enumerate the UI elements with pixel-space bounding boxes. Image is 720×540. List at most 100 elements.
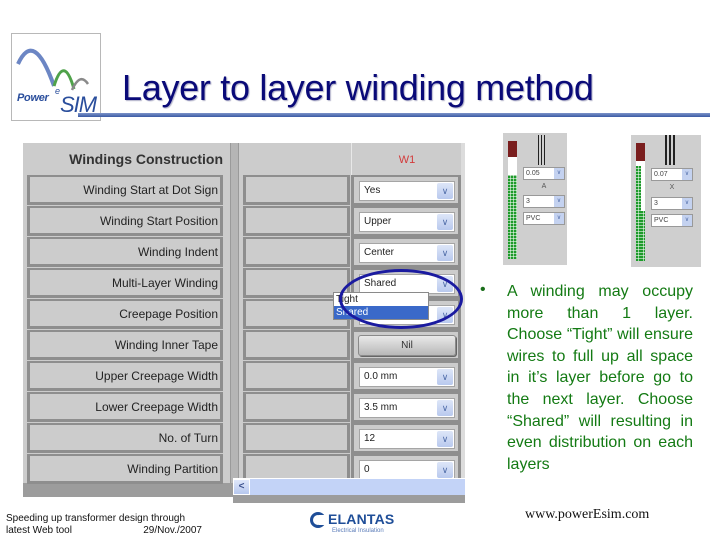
w1-cell: 3.5 mm ∨ <box>351 392 461 423</box>
row-label: No. of Turn <box>27 423 223 453</box>
windings-construction-panel: Windings Construction W1 Winding Start a… <box>23 143 465 503</box>
row-blank-cell <box>243 392 350 422</box>
row-label: Winding Start Position <box>27 206 223 236</box>
chevron-down-icon: ∨ <box>554 168 564 179</box>
count-value: 3 <box>526 198 530 205</box>
count-select: 3 ∨ <box>523 195 565 208</box>
footer-date: 29/Nov./2007 <box>143 525 202 536</box>
row-label: Winding Start at Dot Sign <box>27 175 223 205</box>
column-splitter[interactable] <box>230 143 239 497</box>
horizontal-scrollbar[interactable]: < <box>233 478 465 495</box>
wire-lines-icon <box>665 135 677 165</box>
wire-size-value: 0.07 <box>654 171 668 178</box>
w1-select[interactable]: Yes ∨ <box>359 181 455 201</box>
row-blank-cell <box>243 423 350 453</box>
row-label: Winding Partition <box>27 454 223 484</box>
scroll-left-icon[interactable]: < <box>233 479 250 495</box>
elantas-name: ELANTAS <box>328 511 395 527</box>
select-value: Upper <box>364 216 392 227</box>
wire-size-select: 0.05 ∨ <box>523 167 565 180</box>
mini-screen-tight: 0.07 ∨ X 3 ∨ PVC ∨ <box>631 135 701 267</box>
chevron-down-icon: ∨ <box>554 196 564 207</box>
w1-select[interactable]: 0 ∨ <box>359 460 455 480</box>
row-blank-cell <box>243 361 350 391</box>
w1-cell: Center ∨ <box>351 237 461 268</box>
count-select: 3 ∨ <box>651 197 693 210</box>
mini-screen-shared: 0.05 ∨ A 3 ∨ PVC ∨ <box>503 133 567 265</box>
select-value: 3.5 mm <box>364 402 398 413</box>
elantas-mark-icon <box>310 512 326 528</box>
separator-label: A <box>541 183 547 190</box>
w1-select[interactable]: Shared ∨ <box>359 274 455 294</box>
w1-select[interactable]: 3.5 mm ∨ <box>359 398 455 418</box>
w1-cell: 0.0 mm ∨ <box>351 361 461 392</box>
insulation-value: PVC <box>526 215 541 222</box>
empty-bar <box>508 157 517 175</box>
chevron-down-icon[interactable]: ∨ <box>437 369 453 385</box>
chevron-down-icon: ∨ <box>554 213 564 224</box>
dropdown-option-tight[interactable]: Tight <box>334 293 428 306</box>
w1-cell: Nil <box>351 330 461 361</box>
select-value: Shared <box>364 278 397 289</box>
chevron-down-icon[interactable]: ∨ <box>437 276 453 292</box>
poweresim-logo: Power e SIM <box>11 33 101 121</box>
row-blank-cell <box>243 175 350 205</box>
empty-bar <box>641 166 645 211</box>
row-label: Multi-Layer Winding <box>27 268 223 298</box>
chevron-down-icon[interactable]: ∨ <box>437 307 453 323</box>
footer-line-1: Speeding up transformer design through <box>6 513 186 524</box>
insulation-bar <box>636 143 645 161</box>
chevron-down-icon: ∨ <box>682 215 692 226</box>
w1-select[interactable]: Center ∨ <box>359 243 455 263</box>
elantas-tagline: Electrical Insulation <box>332 528 384 534</box>
w1-cell: 12 ∨ <box>351 423 461 454</box>
separator-label: X <box>669 184 675 191</box>
chevron-down-icon[interactable]: ∨ <box>437 183 453 199</box>
title-underline <box>78 113 710 117</box>
insulation-select: PVC ∨ <box>651 214 693 227</box>
multi-layer-dropdown-list[interactable]: Tight Shared <box>333 292 429 320</box>
chevron-down-icon: ∨ <box>682 169 692 180</box>
chevron-down-icon[interactable]: ∨ <box>437 245 453 261</box>
select-value: 12 <box>364 433 376 444</box>
row-blank-cell <box>243 330 350 360</box>
panel-header: Windings Construction <box>69 151 223 167</box>
inner-tape-button[interactable]: Nil <box>358 335 456 356</box>
w1-select[interactable]: Upper ∨ <box>359 212 455 232</box>
row-label: Lower Creepage Width <box>27 392 223 422</box>
w1-column-header: W1 <box>398 154 416 166</box>
chevron-down-icon[interactable]: ∨ <box>437 400 453 416</box>
insulation-select: PVC ∨ <box>523 212 565 225</box>
logo-power-text: Power <box>17 92 49 104</box>
select-value: Yes <box>364 185 381 196</box>
w1-select[interactable]: 12 ∨ <box>359 429 455 449</box>
wire-size-select: 0.07 ∨ <box>651 168 693 181</box>
website-url[interactable]: www.powerEsim.com <box>525 507 649 523</box>
footer-caption: Speeding up transformer design through l… <box>6 513 202 537</box>
wire-lines-icon <box>538 135 550 165</box>
w1-select[interactable]: 0.0 mm ∨ <box>359 367 455 387</box>
select-value: Center <box>364 247 395 258</box>
count-value: 3 <box>654 200 658 207</box>
dropdown-option-shared[interactable]: Shared <box>334 306 428 319</box>
footer-line-2: latest Web tool <box>6 525 72 536</box>
chevron-down-icon: ∨ <box>682 198 692 209</box>
chevron-down-icon[interactable]: ∨ <box>437 214 453 230</box>
panel-footer-bar <box>233 495 465 503</box>
slide-title: Layer to layer winding method <box>122 67 594 108</box>
wire-size-value: 0.05 <box>526 170 540 177</box>
row-label: Creepage Position <box>27 299 223 329</box>
row-blank-cell <box>243 206 350 236</box>
row-label: Winding Indent <box>27 237 223 267</box>
insulation-value: PVC <box>654 217 669 224</box>
select-value: 0.0 mm <box>364 371 398 382</box>
panel-edge <box>461 143 465 497</box>
elantas-logo: ELANTAS Electrical Insulation <box>310 510 410 538</box>
chevron-down-icon[interactable]: ∨ <box>437 431 453 447</box>
select-value: 0 <box>364 464 370 475</box>
row-label: Upper Creepage Width <box>27 361 223 391</box>
chevron-down-icon[interactable]: ∨ <box>437 462 453 478</box>
row-blank-cell <box>243 237 350 267</box>
winding-fill-bar <box>641 211 645 261</box>
panel-footer-bar <box>23 483 233 497</box>
